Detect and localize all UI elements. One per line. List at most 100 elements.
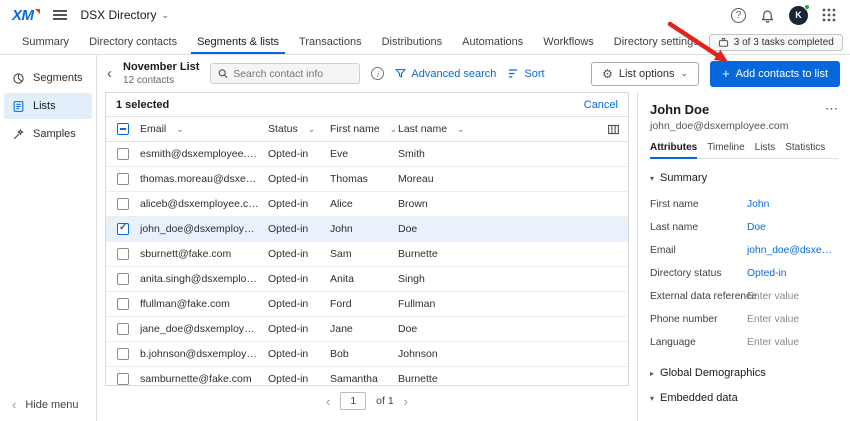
- cancel-selection-link[interactable]: Cancel: [584, 99, 618, 111]
- panel-tab-lists[interactable]: Lists: [755, 142, 776, 158]
- attribute-value[interactable]: john_doe@dsxem...: [747, 245, 838, 256]
- list-options-button[interactable]: ⚙ List options ⌄: [591, 62, 699, 86]
- main-column: ‹ November List 12 contacts i Advanced s…: [97, 55, 850, 421]
- tasks-completed-badge[interactable]: 3 of 3 tasks completed: [709, 34, 843, 51]
- notifications-bell-icon[interactable]: [760, 8, 775, 23]
- chevron-down-icon: ⌄: [176, 124, 184, 135]
- cell-status: Opted-in: [268, 198, 330, 210]
- attribute-value[interactable]: Doe: [747, 222, 766, 233]
- embedded-data-section-toggle[interactable]: ▾ Embedded data: [650, 392, 838, 404]
- sidebar-item-samples[interactable]: Samples: [4, 121, 92, 147]
- table-row[interactable]: jane_doe@dsxemployee.... Opted-in Jane D…: [106, 317, 628, 342]
- hamburger-menu-icon[interactable]: [53, 10, 67, 20]
- row-checkbox-cell: [106, 298, 140, 310]
- tab-distributions[interactable]: Distributions: [372, 30, 453, 54]
- panel-tab-timeline[interactable]: Timeline: [707, 142, 744, 158]
- column-header-status[interactable]: Status ⌄: [268, 123, 330, 135]
- panel-tab-attributes[interactable]: Attributes: [650, 142, 697, 158]
- row-checkbox-cell: [106, 248, 140, 260]
- current-page-box[interactable]: 1: [340, 392, 366, 410]
- tab-transactions[interactable]: Transactions: [289, 30, 372, 54]
- help-icon[interactable]: ?: [731, 8, 746, 23]
- directory-selector[interactable]: DSX Directory ⌄: [81, 8, 170, 22]
- row-checkbox[interactable]: [117, 223, 129, 235]
- global-demographics-section-toggle[interactable]: ▸ Global Demographics: [650, 367, 838, 379]
- select-all-checkbox[interactable]: [117, 123, 129, 135]
- row-checkbox[interactable]: [117, 148, 129, 160]
- column-header-last-name[interactable]: Last name ⌄: [398, 123, 598, 135]
- cell-first-name: Anita: [330, 273, 398, 285]
- back-button[interactable]: ‹: [107, 66, 112, 81]
- sort-button[interactable]: Sort: [507, 68, 544, 80]
- more-options-icon[interactable]: ⋯: [825, 102, 838, 115]
- table-row[interactable]: b.johnson@dsxemployee.... Opted-in Bob J…: [106, 342, 628, 367]
- table-row[interactable]: esmith@dsxemployee.com Opted-in Eve Smit…: [106, 142, 628, 167]
- tab-automations[interactable]: Automations: [452, 30, 533, 54]
- cell-last-name: Singh: [398, 273, 628, 285]
- app-switcher-icon[interactable]: [822, 8, 836, 22]
- table-row[interactable]: sburnett@fake.com Opted-in Sam Burnette: [106, 242, 628, 267]
- attribute-value[interactable]: Enter value: [747, 291, 799, 302]
- add-contacts-to-list-button[interactable]: + Add contacts to list: [710, 61, 840, 87]
- row-checkbox[interactable]: [117, 323, 129, 335]
- row-checkbox[interactable]: [117, 373, 129, 385]
- table-row[interactable]: anita.singh@dsxemployee... Opted-in Anit…: [106, 267, 628, 292]
- row-checkbox[interactable]: [117, 248, 129, 260]
- contact-details-panel: John Doe ⋯ john_doe@dsxemployee.com Attr…: [637, 92, 850, 421]
- attribute-field: Directory status Opted-in: [650, 262, 838, 285]
- tab-directory-settings[interactable]: Directory settings: [604, 30, 709, 54]
- table-row[interactable]: ffullman@fake.com Opted-in Ford Fullman: [106, 292, 628, 317]
- directory-nav: Summary Directory contacts Segments & li…: [0, 30, 850, 55]
- column-header-first-name[interactable]: First name ⌄: [330, 123, 398, 135]
- search-box[interactable]: [210, 63, 360, 84]
- cell-status: Opted-in: [268, 148, 330, 160]
- search-input[interactable]: [233, 68, 352, 80]
- row-checkbox[interactable]: [117, 348, 129, 360]
- cell-status: Opted-in: [268, 323, 330, 335]
- body-split: 1 selected Cancel Email ⌄: [97, 92, 850, 421]
- sidebar-item-lists[interactable]: Lists: [4, 93, 92, 119]
- xm-logo[interactable]: XM: [12, 7, 39, 24]
- list-title: November List: [123, 61, 199, 73]
- summary-section-toggle[interactable]: ▾ Summary: [650, 172, 838, 184]
- tab-directory-contacts[interactable]: Directory contacts: [79, 30, 187, 54]
- table-row[interactable]: aliceb@dsxemployee.com Opted-in Alice Br…: [106, 192, 628, 217]
- row-checkbox[interactable]: [117, 298, 129, 310]
- advanced-search-button[interactable]: Advanced search: [395, 68, 496, 80]
- cell-status: Opted-in: [268, 348, 330, 360]
- tab-segments-lists[interactable]: Segments & lists: [187, 30, 289, 54]
- table-body: esmith@dsxemployee.com Opted-in Eve Smit…: [106, 142, 628, 385]
- table-row[interactable]: thomas.moreau@dsxempl... Opted-in Thomas…: [106, 167, 628, 192]
- row-checkbox-cell: [106, 198, 140, 210]
- next-page-button[interactable]: ›: [404, 395, 408, 408]
- caret-down-icon: ▾: [650, 174, 654, 183]
- user-avatar[interactable]: K: [789, 6, 808, 25]
- column-label: First name: [330, 123, 380, 135]
- column-picker-button[interactable]: [598, 123, 628, 136]
- cell-status: Opted-in: [268, 373, 330, 385]
- row-checkbox-cell: [106, 373, 140, 385]
- attribute-value[interactable]: Enter value: [747, 337, 799, 348]
- top-bar: XM DSX Directory ⌄ ? K: [0, 0, 850, 30]
- info-icon[interactable]: i: [371, 67, 384, 80]
- table-row[interactable]: john_doe@dsxemployee.... Opted-in John D…: [106, 217, 628, 242]
- panel-tab-statistics[interactable]: Statistics: [785, 142, 825, 158]
- cell-email: b.johnson@dsxemployee....: [140, 348, 268, 360]
- attribute-value[interactable]: Enter value: [747, 314, 799, 325]
- attribute-value[interactable]: Opted-in: [747, 268, 787, 279]
- attribute-fields: First name John Last name Doe Email john…: [650, 193, 838, 354]
- tab-workflows[interactable]: Workflows: [533, 30, 604, 54]
- attribute-value[interactable]: John: [747, 199, 769, 210]
- tab-summary[interactable]: Summary: [12, 30, 79, 54]
- hide-menu-button[interactable]: ‹ Hide menu: [12, 398, 79, 411]
- cell-email: esmith@dsxemployee.com: [140, 148, 268, 160]
- row-checkbox[interactable]: [117, 173, 129, 185]
- column-header-email[interactable]: Email ⌄: [140, 123, 268, 135]
- row-checkbox[interactable]: [117, 273, 129, 285]
- chevron-down-icon: ⌄: [162, 11, 170, 20]
- previous-page-button[interactable]: ‹: [326, 395, 330, 408]
- sidebar-item-segments[interactable]: Segments: [4, 65, 92, 91]
- table-row[interactable]: samburnette@fake.com Opted-in Samantha B…: [106, 367, 628, 385]
- row-checkbox[interactable]: [117, 198, 129, 210]
- cell-last-name: Burnette: [398, 373, 628, 385]
